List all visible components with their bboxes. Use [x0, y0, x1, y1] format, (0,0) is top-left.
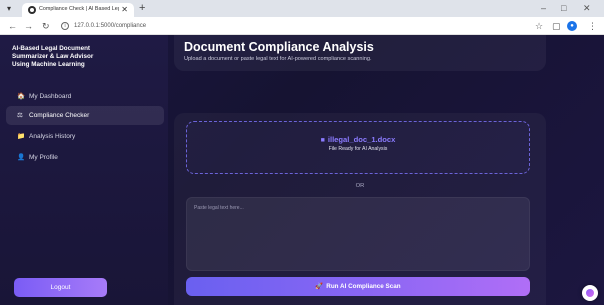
page-header: Document Compliance Analysis Upload a do… — [174, 35, 546, 71]
folder-icon: ■ — [320, 137, 325, 144]
run-scan-label: Run AI Compliance Scan — [326, 283, 401, 290]
browser-toolbar: ← → ↻ i 127.0.0.1:5000/compliance ☆ ▢ ● … — [0, 17, 604, 35]
browser-tab[interactable]: Compliance Check | AI Based Leg... ✕ — [22, 3, 134, 17]
sidebar-item-compliance-checker[interactable]: ⚖ Compliance Checker — [6, 106, 164, 125]
sidebar-item-analysis-history[interactable]: 📁 Analysis History — [6, 127, 164, 146]
brand-line: Using Machine Learning — [12, 61, 85, 69]
profile-icon[interactable]: ● — [567, 21, 577, 31]
favicon-icon — [28, 6, 36, 14]
tab-close-icon[interactable]: ✕ — [121, 5, 128, 14]
star-icon[interactable]: ☆ — [535, 20, 543, 32]
user-icon: 👤 — [17, 153, 26, 161]
scales-icon: ⚖ — [17, 111, 23, 119]
or-divider: OR — [355, 183, 365, 189]
chat-widget-icon[interactable] — [582, 285, 598, 301]
sidebar-item-label: Analysis History — [29, 133, 76, 140]
uploaded-file: ■ illegal_doc_1.docx — [187, 135, 529, 144]
new-tab-button[interactable]: + — [139, 2, 145, 15]
window-close-icon[interactable]: ✕ — [583, 2, 591, 14]
page-subtitle: Upload a document or paste legal text fo… — [184, 56, 372, 62]
site-info-icon[interactable]: i — [61, 22, 69, 30]
file-name: illegal_doc_1.docx — [327, 135, 396, 144]
sidebar-item-label: My Dashboard — [29, 93, 72, 100]
browser-tabstrip: ▾ Compliance Check | AI Based Leg... ✕ +… — [0, 0, 604, 17]
brand-line: Summarizer & Law Advisor — [12, 53, 94, 61]
rocket-icon: 🚀 — [315, 283, 324, 290]
address-bar[interactable]: 127.0.0.1:5000/compliance — [74, 22, 146, 30]
reload-icon[interactable]: ↻ — [42, 20, 50, 32]
folder-icon: 📁 — [17, 132, 26, 140]
file-status: File Ready for AI Analysis — [328, 146, 388, 152]
tab-title: Compliance Check | AI Based Leg... — [39, 6, 119, 12]
minimize-icon[interactable]: – — [541, 2, 546, 14]
legal-text-input[interactable] — [186, 197, 530, 271]
back-icon[interactable]: ← — [8, 20, 17, 32]
logout-button[interactable]: Logout — [14, 278, 107, 297]
home-icon: 🏠 — [17, 92, 26, 100]
sidebar-item-label: My Profile — [29, 154, 58, 161]
sidebar-item-dashboard[interactable]: 🏠 My Dashboard — [6, 87, 164, 106]
sidebar-item-label: Compliance Checker — [29, 112, 90, 119]
file-dropzone[interactable]: ■ illegal_doc_1.docx File Ready for AI An… — [186, 121, 530, 174]
more-icon[interactable]: ⋮ — [588, 20, 597, 32]
run-scan-button[interactable]: 🚀 Run AI Compliance Scan — [186, 277, 530, 296]
brand-line: AI-Based Legal Document — [12, 45, 91, 52]
extensions-icon[interactable]: ▢ — [552, 20, 561, 32]
sidebar-item-my-profile[interactable]: 👤 My Profile — [6, 148, 164, 167]
app-root: AI-Based Legal Document Summarizer & Law… — [0, 35, 604, 305]
sidebar: AI-Based Legal Document Summarizer & Law… — [0, 35, 168, 305]
compliance-form: ■ illegal_doc_1.docx File Ready for AI An… — [174, 113, 546, 305]
brand-title: AI-Based Legal Document Summarizer & Law… — [12, 45, 162, 70]
tab-menu-icon[interactable]: ▾ — [3, 3, 15, 14]
maximize-icon[interactable]: □ — [561, 2, 566, 14]
page-title: Document Compliance Analysis — [184, 40, 374, 54]
forward-icon[interactable]: → — [24, 20, 33, 32]
